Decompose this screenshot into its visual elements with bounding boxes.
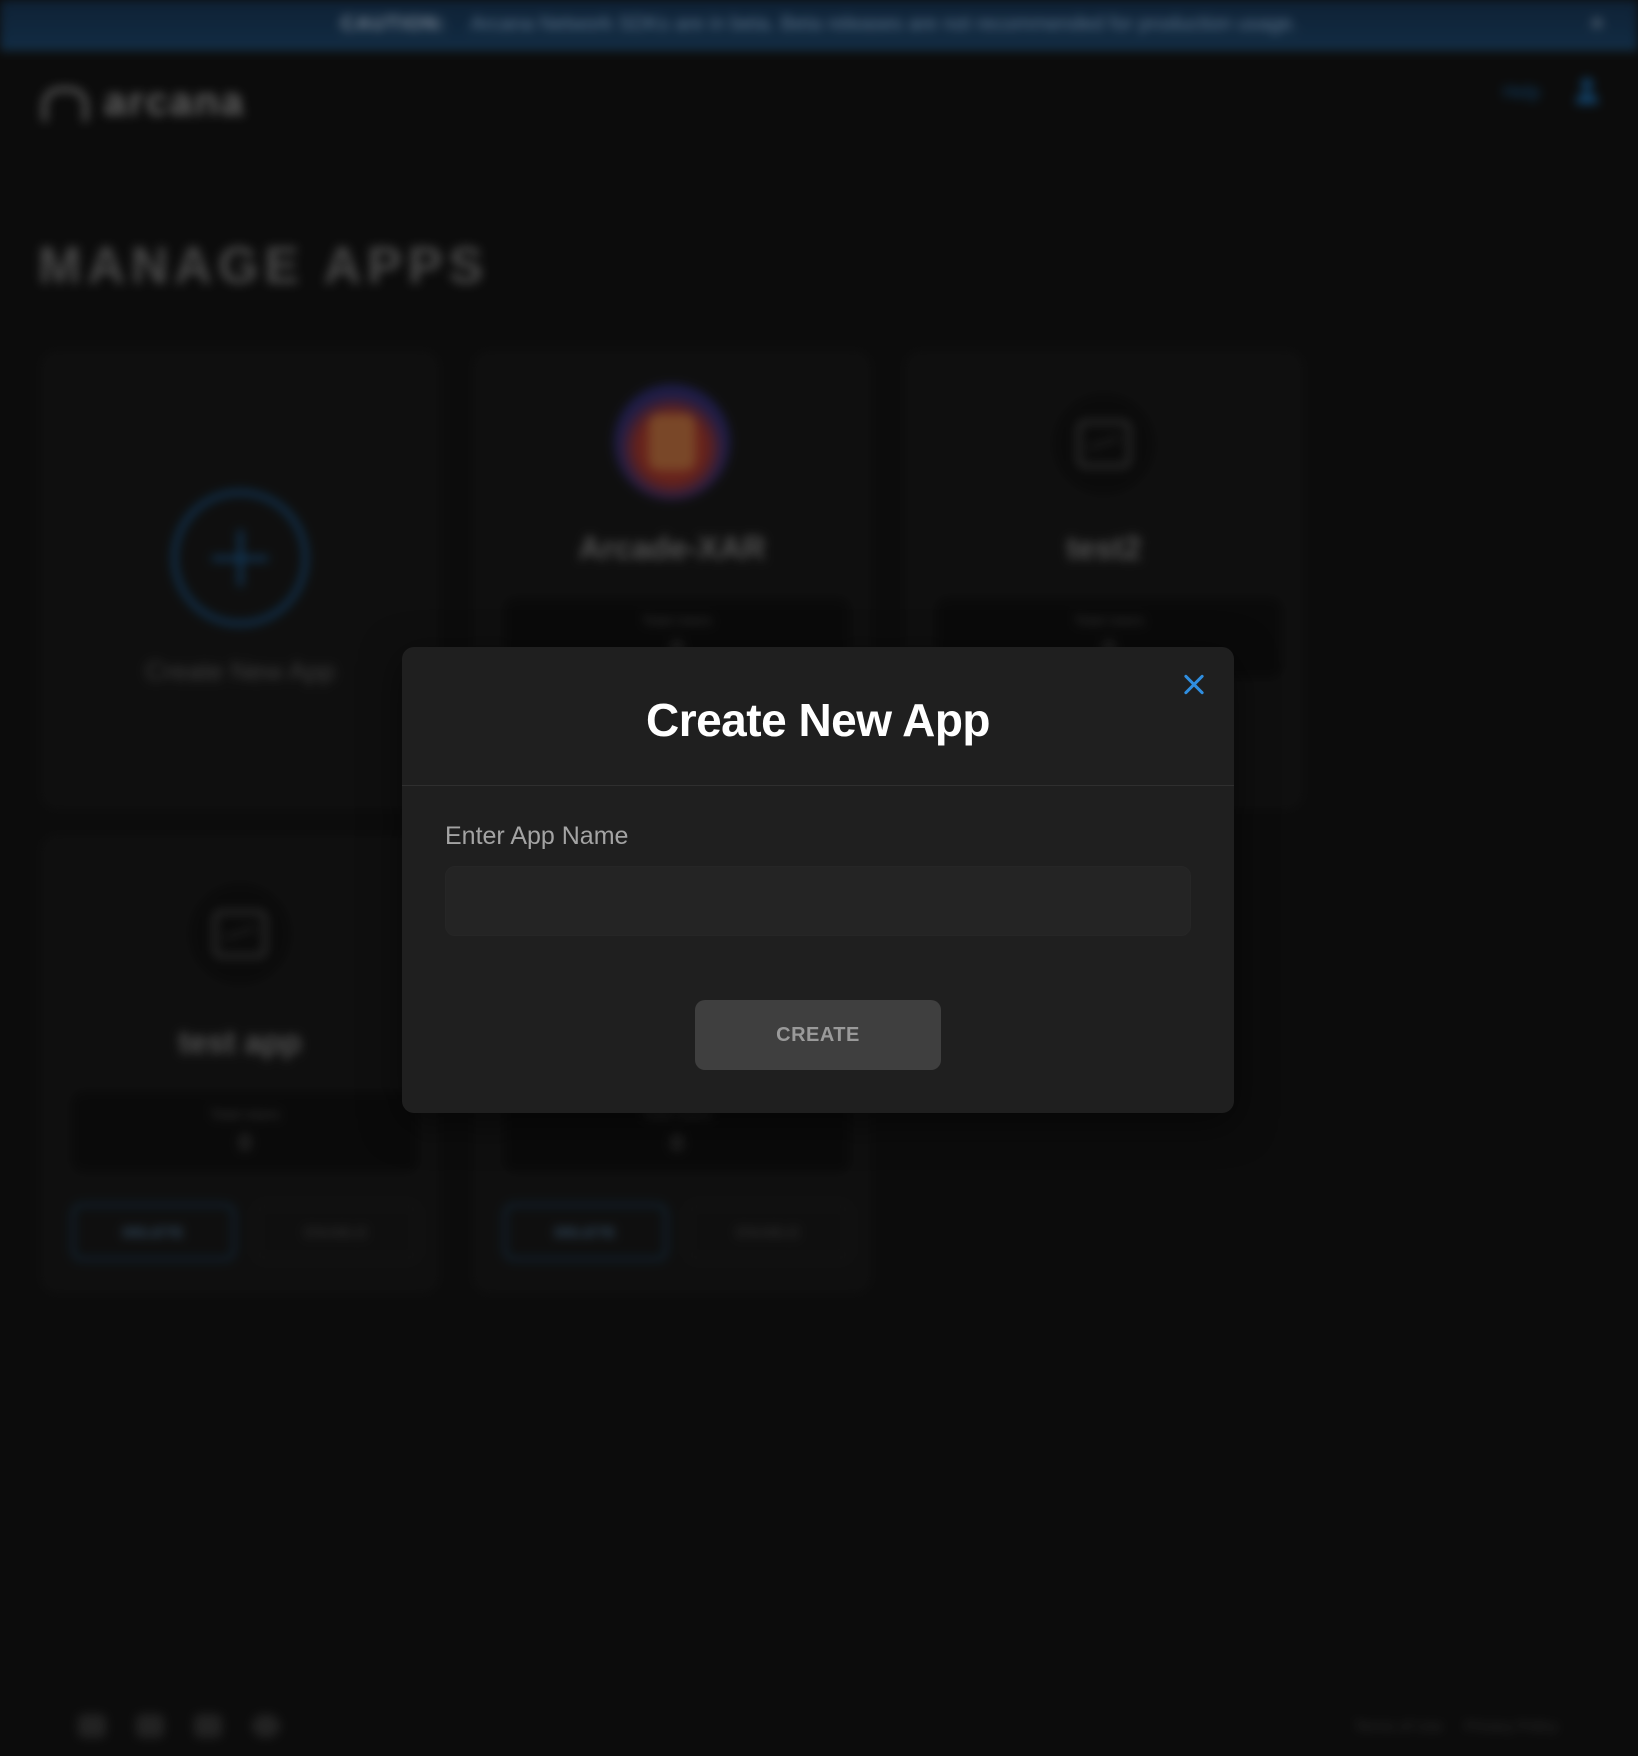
modal-title: Create New App xyxy=(645,694,991,746)
app-name-label: Enter App Name xyxy=(445,822,629,850)
create-button[interactable]: CREATE xyxy=(695,1000,941,1070)
modal-header: Create New App xyxy=(402,647,1234,786)
create-app-modal: Create New App Enter App Name CREATE xyxy=(402,647,1234,1113)
close-icon[interactable] xyxy=(1178,669,1210,701)
app-name-input[interactable] xyxy=(445,866,1191,936)
